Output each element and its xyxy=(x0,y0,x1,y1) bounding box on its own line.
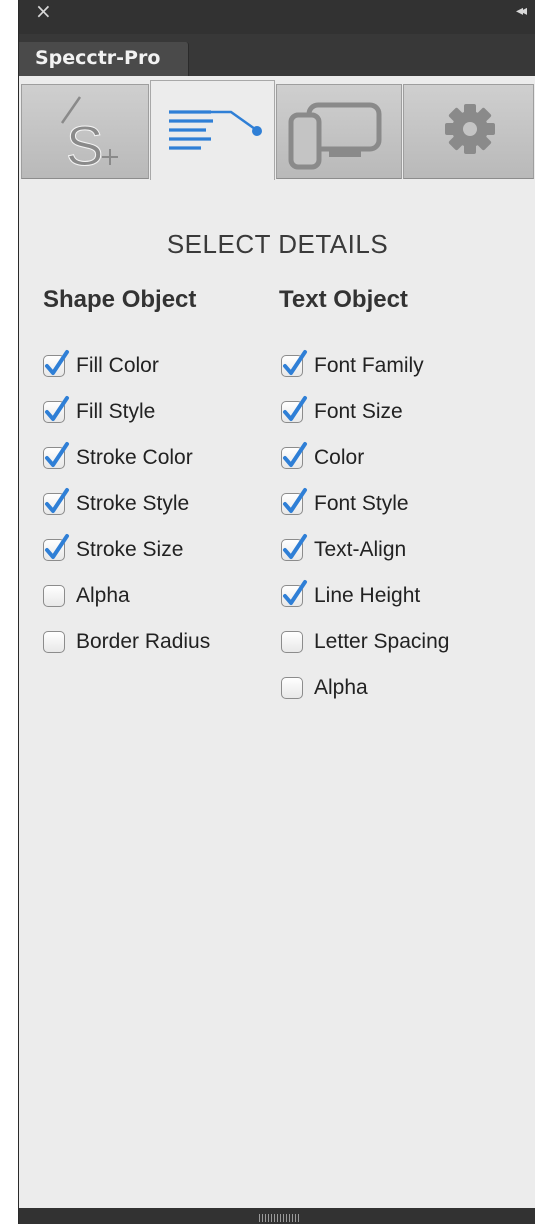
checkbox-label: Stroke Size xyxy=(76,538,184,561)
specctr-logo-icon: S xyxy=(60,96,118,178)
shape-checkbox-fill-style[interactable]: Fill Style xyxy=(43,395,155,429)
text-checkbox-text-align[interactable]: Text-Align xyxy=(281,533,406,567)
tab-specctr-logo[interactable]: S xyxy=(21,84,149,179)
checkmark-icon xyxy=(45,396,69,421)
tab-text-details[interactable] xyxy=(150,80,275,180)
checkbox-label: Alpha xyxy=(76,584,130,607)
text-checkbox-line-height[interactable]: Line Height xyxy=(281,579,420,613)
checkbox-checked-icon[interactable] xyxy=(43,534,69,561)
collapse-icon[interactable]: ◂◂ xyxy=(516,2,527,20)
panel-bottombar xyxy=(19,1208,535,1224)
text-checkbox-alpha[interactable]: Alpha xyxy=(281,671,368,705)
specctr-panel: × ◂◂ Specctr-Pro S SELECT DETAILS Shape … xyxy=(18,0,535,1224)
text-details-icon xyxy=(169,110,262,150)
text-checkbox-font-style[interactable]: Font Style xyxy=(281,487,409,521)
checkbox-label: Line Height xyxy=(314,584,421,607)
checkmark-icon xyxy=(283,442,307,467)
checkbox-checked-icon[interactable] xyxy=(43,396,69,423)
checkbox-checked-icon[interactable] xyxy=(281,580,307,607)
checkbox-label: Stroke Color xyxy=(76,446,193,469)
text-checkbox-letter-spacing[interactable]: Letter Spacing xyxy=(281,625,449,659)
checkbox-label: Font Family xyxy=(314,354,424,377)
resize-grip[interactable] xyxy=(259,1214,299,1222)
checkbox-checked-icon[interactable] xyxy=(43,442,69,469)
panel-titlebar: × ◂◂ xyxy=(19,0,535,34)
checkbox-empty-icon[interactable] xyxy=(281,677,303,699)
checkmark-icon xyxy=(283,580,307,605)
close-icon[interactable]: × xyxy=(35,0,52,22)
checkbox-label: Text-Align xyxy=(314,538,407,561)
checkbox-checked-icon[interactable] xyxy=(281,442,307,469)
svg-text:S: S xyxy=(66,114,103,177)
shape-checkbox-stroke-style[interactable]: Stroke Style xyxy=(43,487,189,521)
devices-icon xyxy=(288,102,382,170)
checkmark-icon xyxy=(45,442,69,467)
panel-tab-specctr-pro[interactable]: Specctr-Pro xyxy=(19,42,189,76)
checkbox-empty-icon[interactable] xyxy=(43,585,65,607)
tab-devices[interactable] xyxy=(276,84,402,179)
icon-tab-bar: S xyxy=(19,76,535,180)
shape-checkbox-stroke-size[interactable]: Stroke Size xyxy=(43,533,183,567)
checkmark-icon xyxy=(45,534,69,559)
checkmark-icon xyxy=(283,396,307,421)
checkbox-label: Border Radius xyxy=(76,630,211,653)
checkbox-checked-icon[interactable] xyxy=(281,350,307,377)
panel-tabstrip: Specctr-Pro xyxy=(19,34,535,76)
text-checkbox-color[interactable]: Color xyxy=(281,441,364,475)
shape-checkbox-border-radius[interactable]: Border Radius xyxy=(43,625,210,659)
checkbox-checked-icon[interactable] xyxy=(281,396,307,423)
checkmark-icon xyxy=(283,534,307,559)
checkmark-icon xyxy=(45,350,69,375)
checkbox-label: Stroke Style xyxy=(76,492,190,515)
checkbox-checked-icon[interactable] xyxy=(43,488,69,515)
checkbox-label: Letter Spacing xyxy=(314,630,450,653)
shape-checkbox-stroke-color[interactable]: Stroke Color xyxy=(43,441,193,475)
checkmark-icon xyxy=(283,350,307,375)
checkbox-label: Font Style xyxy=(314,492,409,515)
checkbox-empty-icon[interactable] xyxy=(43,631,65,653)
section-title: SELECT DETAILS xyxy=(166,229,389,259)
gear-icon xyxy=(445,104,495,154)
checkbox-label: Font Size xyxy=(314,400,403,423)
shape-checkbox-alpha[interactable]: Alpha xyxy=(43,579,130,613)
checkbox-label: Alpha xyxy=(314,676,368,699)
checkbox-empty-icon[interactable] xyxy=(281,631,303,653)
checkbox-checked-icon[interactable] xyxy=(281,534,307,561)
checkmark-icon xyxy=(45,488,69,513)
shape-object-heading: Shape Object xyxy=(43,286,197,313)
checkbox-label: Fill Color xyxy=(76,354,159,377)
text-checkbox-font-family[interactable]: Font Family xyxy=(281,349,424,383)
checkbox-label: Color xyxy=(314,446,365,469)
checkbox-label: Fill Style xyxy=(76,400,156,423)
tab-settings[interactable] xyxy=(403,84,534,179)
checkmark-icon xyxy=(283,488,307,513)
shape-checkbox-fill-color[interactable]: Fill Color xyxy=(43,349,159,383)
checkbox-checked-icon[interactable] xyxy=(43,350,69,377)
text-object-heading: Text Object xyxy=(279,286,408,313)
checkbox-checked-icon[interactable] xyxy=(281,488,307,515)
text-checkbox-font-size[interactable]: Font Size xyxy=(281,395,403,429)
